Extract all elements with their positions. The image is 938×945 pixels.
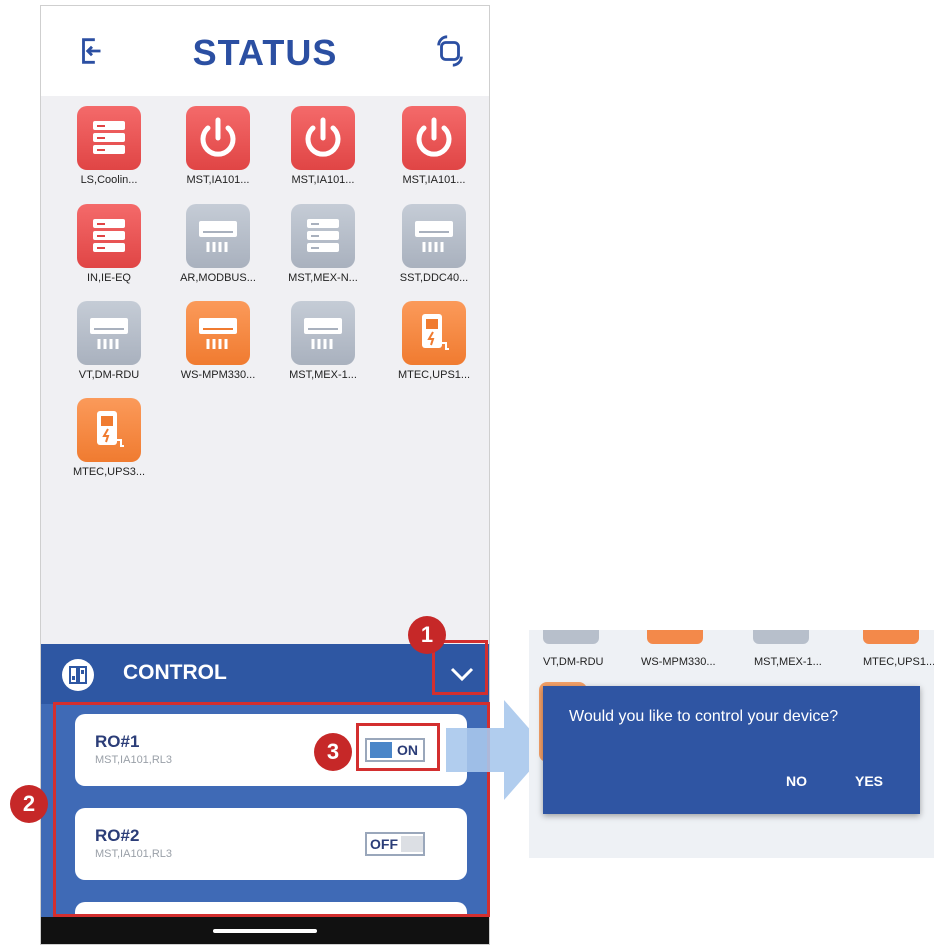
annotation-badge-2: 2 (10, 785, 48, 823)
device-tile[interactable]: MST,IA101... (384, 106, 484, 186)
confirm-dialog: Would you like to control your device? N… (543, 686, 920, 814)
device-label: MST,IA101... (402, 174, 466, 186)
ups-battery-icon (77, 398, 141, 462)
device-label: MTEC,UPS3... (72, 466, 146, 478)
device-tile[interactable]: MTEC,UPS1... (384, 301, 484, 381)
server-rack-icon (77, 204, 141, 268)
annotation-badge-3: 3 (314, 733, 352, 771)
power-icon (186, 106, 250, 170)
device-tile[interactable]: LS,Coolin... (59, 106, 159, 186)
device-label: MTEC,UPS1... (397, 369, 471, 381)
device-tile[interactable]: SST,DDC40... (384, 204, 484, 284)
control-popup-preview: VT,DM-RDU WS-MPM330... MST,MEX-1... MTEC… (529, 630, 934, 858)
air-conditioner-icon (77, 301, 141, 365)
device-label: MST,MEX-N... (288, 272, 358, 284)
switch-view-icon[interactable] (433, 34, 467, 68)
air-conditioner-icon (291, 301, 355, 365)
device-tile[interactable]: MST,IA101... (273, 106, 373, 186)
control-panel-icon (62, 659, 94, 691)
device-tile[interactable]: VT,DM-RDU (59, 301, 159, 381)
device-tile[interactable]: AR,MODBUS... (168, 204, 268, 284)
home-indicator-bar (41, 917, 489, 944)
device-tile[interactable]: MTEC,UPS3... (59, 398, 159, 478)
air-conditioner-icon (186, 204, 250, 268)
server-rack-icon (291, 204, 355, 268)
device-label: WS-MPM330... (180, 369, 256, 381)
device-tile[interactable]: MST,MEX-1... (273, 301, 373, 381)
page-title: STATUS (192, 32, 338, 73)
control-label: CONTROL (123, 661, 227, 684)
device-label: MST,IA101... (291, 174, 355, 186)
device-label: SST,DDC40... (399, 272, 469, 284)
annotation-badge-1: 1 (408, 616, 446, 654)
dialog-question: Would you like to control your device? (569, 708, 839, 725)
air-conditioner-icon (186, 301, 250, 365)
device-tile-partial (753, 630, 809, 644)
device-tile[interactable]: MST,IA101... (168, 106, 268, 186)
device-tile-partial (543, 630, 599, 644)
device-label: AR,MODBUS... (180, 272, 256, 284)
device-label: VT,DM-RDU (78, 369, 140, 381)
device-tile-partial (863, 630, 919, 644)
device-label: MST,MEX-1... (754, 656, 822, 668)
power-icon (402, 106, 466, 170)
no-button[interactable]: NO (786, 773, 807, 789)
device-tile[interactable]: WS-MPM330... (168, 301, 268, 381)
power-icon (291, 106, 355, 170)
device-label: MTEC,UPS1... (863, 656, 934, 668)
device-label: WS-MPM330... (641, 656, 716, 668)
device-label: IN,IE-EQ (86, 272, 131, 284)
device-tile[interactable]: MST,MEX-N... (273, 204, 373, 284)
ups-battery-icon (402, 301, 466, 365)
air-conditioner-icon (402, 204, 466, 268)
annotation-box-3 (356, 723, 440, 771)
device-tile-partial (647, 630, 703, 644)
app-header: STATUS (41, 6, 489, 96)
device-label: VT,DM-RDU (543, 656, 604, 668)
device-label: LS,Coolin... (80, 174, 138, 186)
home-indicator[interactable] (213, 929, 317, 933)
server-rack-icon (77, 106, 141, 170)
device-tile[interactable]: IN,IE-EQ (59, 204, 159, 284)
yes-button[interactable]: YES (855, 773, 883, 789)
device-label: MST,MEX-1... (289, 369, 357, 381)
device-label: MST,IA101... (186, 174, 250, 186)
